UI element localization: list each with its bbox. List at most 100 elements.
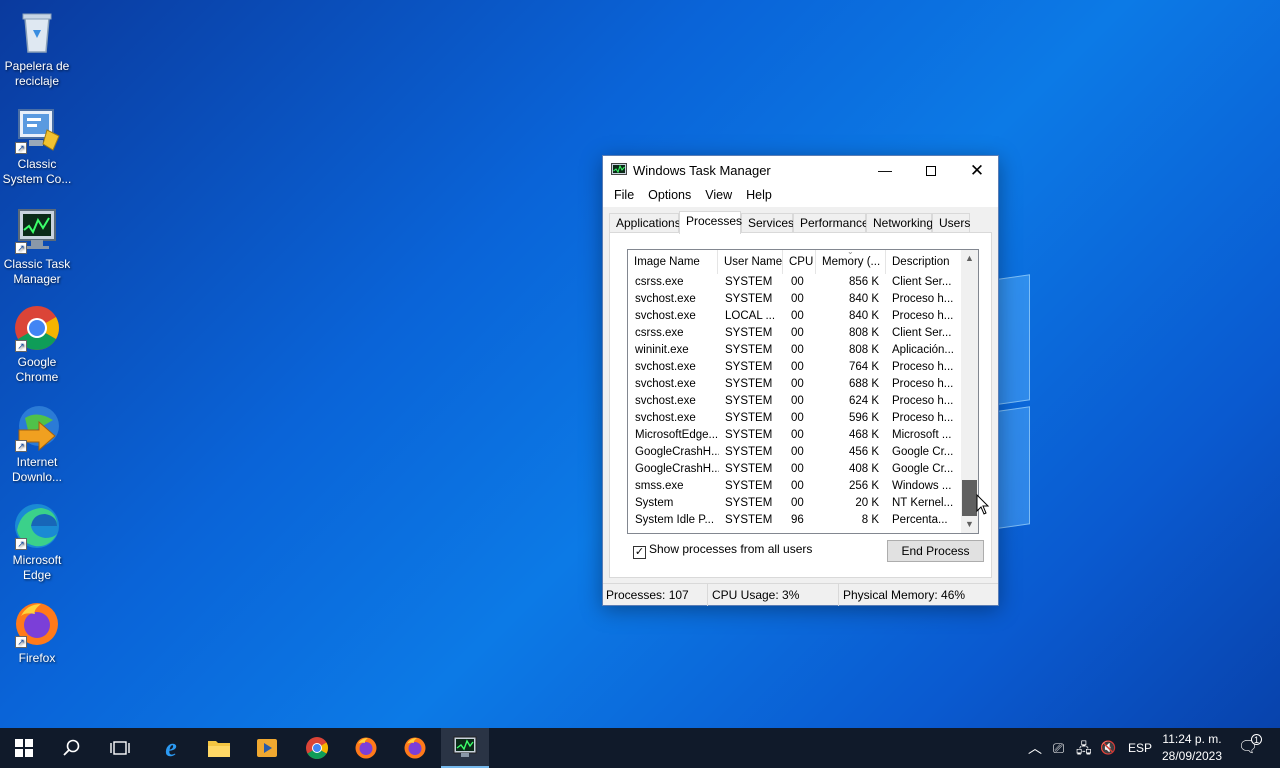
- tab-networking[interactable]: Networking: [866, 213, 933, 233]
- table-row[interactable]: System SYSTEM 00 20 K NT Kernel...: [628, 495, 962, 512]
- network-icon: 🖧: [1076, 740, 1092, 756]
- table-row[interactable]: svchost.exe SYSTEM 00 840 K Proceso h...: [628, 291, 962, 308]
- show-all-users-checkbox[interactable]: ✓: [633, 546, 646, 559]
- title-bar[interactable]: Windows Task Manager ― ✕: [603, 156, 998, 185]
- taskbar-file-explorer[interactable]: [195, 728, 243, 768]
- clock-time: 11:24 p. m.: [1162, 732, 1222, 746]
- maximize-button[interactable]: [908, 156, 954, 185]
- cell-image-name: csrss.exe: [635, 327, 684, 339]
- taskbar-internet-explorer[interactable]: e: [147, 728, 195, 768]
- desktop-icon-classic-task-manager[interactable]: ↗ Classic Task Manager: [0, 206, 74, 287]
- table-row[interactable]: GoogleCrashH... SYSTEM 00 408 K Google Cr...: [628, 461, 962, 478]
- show-all-users-option[interactable]: ✓ Show processes from all users: [633, 542, 812, 559]
- desktop-icon-classic-system-config[interactable]: ↗ Classic System Co...: [0, 106, 74, 187]
- cell-memory: 408 K: [848, 463, 879, 475]
- cell-description: Percenta...: [892, 514, 948, 526]
- scroll-down-icon[interactable]: ▼: [961, 516, 978, 533]
- cell-user-name: SYSTEM: [725, 463, 773, 475]
- menu-bar: File Options View Help: [603, 185, 998, 207]
- table-row[interactable]: svchost.exe LOCAL ... 00 840 K Proceso h...: [628, 308, 962, 325]
- minimize-icon: ―: [878, 162, 892, 178]
- media-player-icon: [257, 739, 277, 757]
- task-view-button[interactable]: [96, 728, 144, 768]
- recycle-bin-icon: [13, 8, 61, 56]
- desktop-icon-google-chrome[interactable]: ↗ Google Chrome: [0, 304, 74, 385]
- vertical-scrollbar[interactable]: ▲ ▼: [961, 250, 978, 533]
- cell-cpu: 00: [791, 395, 804, 407]
- table-row[interactable]: svchost.exe SYSTEM 00 764 K Proceso h...: [628, 359, 962, 376]
- cell-image-name: wininit.exe: [635, 344, 689, 356]
- taskbar-media-player[interactable]: [243, 728, 291, 768]
- start-button[interactable]: [0, 728, 48, 768]
- cell-cpu: 00: [791, 276, 804, 288]
- status-cpu-usage: CPU Usage: 3%: [708, 584, 839, 606]
- process-list[interactable]: Image Name User Name CPU Memory (... Des…: [627, 249, 979, 534]
- column-description[interactable]: Description: [886, 250, 962, 274]
- table-row[interactable]: svchost.exe SYSTEM 00 624 K Proceso h...: [628, 393, 962, 410]
- cell-cpu: 00: [791, 480, 804, 492]
- list-header: Image Name User Name CPU Memory (... Des…: [628, 250, 962, 274]
- column-cpu[interactable]: CPU: [783, 250, 816, 274]
- minimize-button[interactable]: ―: [862, 156, 908, 185]
- cell-memory: 840 K: [848, 293, 879, 305]
- tray-volume[interactable]: 🔇: [1100, 728, 1116, 768]
- table-row[interactable]: System Idle P... SYSTEM 96 8 K Percenta...: [628, 512, 962, 529]
- cell-image-name: MicrosoftEdge...: [635, 429, 719, 441]
- menu-file[interactable]: File: [607, 185, 641, 205]
- show-hidden-icons-button[interactable]: ︿: [1028, 728, 1042, 768]
- tab-performance[interactable]: Performance: [793, 213, 869, 233]
- tray-network[interactable]: 🖧: [1076, 728, 1092, 768]
- menu-view[interactable]: View: [698, 185, 739, 205]
- search-icon: [63, 739, 80, 756]
- cell-memory: 596 K: [848, 412, 879, 424]
- close-button[interactable]: ✕: [954, 156, 1000, 185]
- search-button[interactable]: [48, 728, 96, 768]
- taskbar: e ︿ ⎚ 🖧 🔇 ESP 11:24 p. m. 28/09/2023 🗨 1: [0, 728, 1280, 768]
- cell-user-name: SYSTEM: [725, 293, 773, 305]
- column-user-name[interactable]: User Name: [718, 250, 783, 274]
- menu-options[interactable]: Options: [641, 185, 698, 205]
- desktop-icon-internet-download-manager[interactable]: ↗ Internet Downlo...: [0, 404, 74, 485]
- table-row[interactable]: wininit.exe SYSTEM 00 808 K Aplicación...: [628, 342, 962, 359]
- table-row[interactable]: csrss.exe SYSTEM 00 808 K Client Ser...: [628, 325, 962, 342]
- cell-memory: 8 K: [861, 514, 879, 526]
- tray-language[interactable]: ESP: [1128, 728, 1152, 768]
- table-row[interactable]: svchost.exe SYSTEM 00 596 K Proceso h...: [628, 410, 962, 427]
- show-all-users-label: Show processes from all users: [649, 542, 813, 556]
- taskbar-firefox[interactable]: [342, 728, 390, 768]
- scroll-thumb[interactable]: [962, 480, 977, 516]
- cell-user-name: SYSTEM: [725, 344, 773, 356]
- table-row[interactable]: svchost.exe SYSTEM 00 688 K Proceso h...: [628, 376, 962, 393]
- desktop-icon-firefox[interactable]: ↗ Firefox: [0, 600, 74, 666]
- taskbar-task-manager[interactable]: [441, 728, 489, 768]
- shortcut-arrow-icon: ↗: [15, 242, 27, 254]
- clock[interactable]: 11:24 p. m. 28/09/2023: [1156, 731, 1228, 765]
- taskbar-firefox-2[interactable]: [391, 728, 439, 768]
- tab-applications[interactable]: Applications: [609, 213, 681, 233]
- column-image-name[interactable]: Image Name: [628, 250, 718, 274]
- table-row[interactable]: csrss.exe SYSTEM 00 856 K Client Ser...: [628, 274, 962, 291]
- cell-memory: 20 K: [855, 497, 879, 509]
- tab-processes[interactable]: Processes: [679, 211, 742, 234]
- action-center-button[interactable]: 🗨 1: [1238, 728, 1262, 768]
- table-row[interactable]: MicrosoftEdge... SYSTEM 00 468 K Microsoft .…: [628, 427, 962, 444]
- tray-meet-now[interactable]: ⎚: [1053, 728, 1064, 768]
- tab-services[interactable]: Services: [741, 213, 794, 233]
- tab-users[interactable]: Users: [932, 213, 970, 233]
- notification-count: 1: [1251, 734, 1262, 745]
- table-row[interactable]: GoogleCrashH... SYSTEM 00 456 K Google Cr...: [628, 444, 962, 461]
- taskbar-google-chrome[interactable]: [293, 728, 341, 768]
- cell-description: Google Cr...: [892, 446, 954, 458]
- cell-description: Proceso h...: [892, 310, 954, 322]
- end-process-button[interactable]: End Process: [887, 540, 984, 562]
- volume-muted-icon: 🔇: [1100, 740, 1117, 755]
- desktop-icon-recycle-bin[interactable]: Papelera de reciclaje: [0, 8, 74, 89]
- menu-help[interactable]: Help: [739, 185, 779, 205]
- desktop-icon-label: Google: [17, 355, 57, 369]
- desktop-icon-microsoft-edge[interactable]: ↗ Microsoft Edge: [0, 502, 74, 583]
- table-row[interactable]: smss.exe SYSTEM 00 256 K Windows ...: [628, 478, 962, 495]
- cell-user-name: SYSTEM: [725, 327, 773, 339]
- scroll-up-icon[interactable]: ▲: [961, 250, 978, 267]
- cell-description: Client Ser...: [892, 327, 952, 339]
- cell-user-name: SYSTEM: [725, 378, 773, 390]
